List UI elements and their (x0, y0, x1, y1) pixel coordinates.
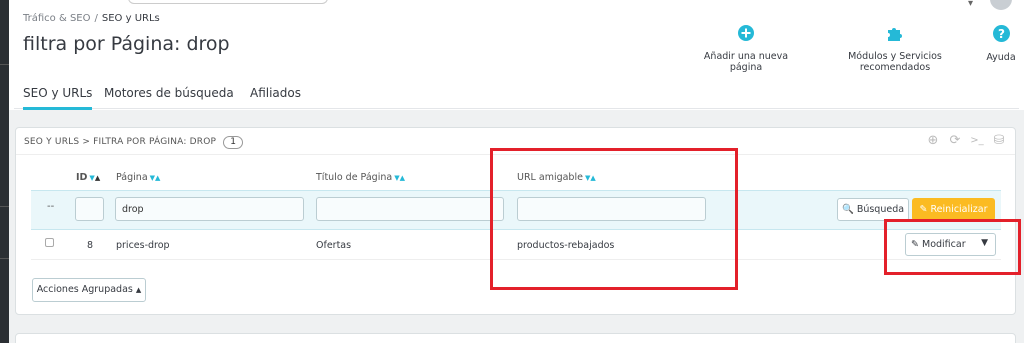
page-title: filtra por Página: drop (23, 33, 230, 55)
filter-id-input[interactable] (75, 197, 104, 221)
help-label: Ayuda (986, 52, 1016, 63)
reset-button[interactable]: ✎ Reinicializar (912, 198, 995, 221)
sql-query-icon[interactable]: >_ (969, 133, 985, 149)
row-id: 8 (87, 240, 94, 251)
panel-title: SEO Y URLS > FILTRA POR PÁGINA: DROP 1 (24, 136, 244, 149)
sort-arrows-icon[interactable]: ▼▲ (394, 174, 405, 182)
top-search-box[interactable] (128, 0, 328, 4)
avatar[interactable] (990, 0, 1012, 10)
column-header-title[interactable]: Título de Página ▼▲ (316, 172, 405, 183)
tab-seo-urls[interactable]: SEO y URLs (23, 86, 93, 110)
panel-title-text: SEO Y URLS > FILTRA POR PÁGINA: DROP (24, 137, 217, 147)
breadcrumb-separator: / (94, 13, 98, 24)
column-header-id[interactable]: ID ▼▲ (76, 172, 100, 183)
add-new-page-label: Añadir una nueva página (703, 51, 789, 73)
result-count-badge: 1 (223, 136, 244, 149)
help-icon: ? (992, 25, 1010, 42)
column-header-page-label: Página (116, 172, 148, 183)
bulk-actions-label: Acciones Agrupadas (36, 284, 133, 295)
sort-arrows-icon[interactable]: ▼▲ (89, 174, 100, 182)
search-icon: 🔍 (841, 204, 854, 215)
recommended-modules-label: Módulos y Servicios recomendados (848, 51, 942, 73)
bulk-actions-button[interactable]: Acciones Agrupadas ▲ (32, 278, 146, 302)
add-circle-icon (738, 25, 754, 41)
column-header-title-label: Título de Página (316, 172, 393, 183)
row-title: Ofertas (316, 240, 352, 251)
search-button[interactable]: 🔍 Búsqueda (837, 198, 909, 221)
second-panel (15, 333, 1016, 343)
column-header-id-label: ID (76, 172, 88, 183)
sort-arrows-icon[interactable]: ▼▲ (150, 174, 161, 182)
highlight-box-edit-button (884, 219, 1021, 275)
add-new-page-button[interactable]: Añadir una nueva página (688, 25, 804, 73)
column-header-page[interactable]: Página ▼▲ (116, 172, 160, 183)
breadcrumb-parent[interactable]: Tráfico & SEO (23, 13, 91, 24)
tab-search-engines[interactable]: Motores de búsqueda (104, 86, 234, 107)
filter-page-input[interactable] (115, 197, 304, 221)
database-icon[interactable]: ⛁ (991, 133, 1007, 149)
help-button[interactable]: ? Ayuda (984, 25, 1018, 63)
row-page: prices-drop (116, 240, 170, 251)
breadcrumb: Tráfico & SEO / SEO y URLs (23, 13, 160, 24)
row-checkbox[interactable] (45, 238, 54, 247)
svg-text:?: ? (998, 27, 1005, 41)
chevron-down-icon[interactable]: ▾ (968, 0, 973, 9)
left-sidebar-strip (0, 0, 9, 343)
panel-tools: ⊕ ⟳ >_ ⛁ (925, 133, 1011, 149)
tab-affiliates[interactable]: Afiliados (250, 86, 301, 107)
filter-title-input[interactable] (316, 197, 504, 221)
add-icon[interactable]: ⊕ (925, 133, 941, 149)
highlight-box-url-column (490, 148, 738, 290)
refresh-icon[interactable]: ⟳ (947, 133, 963, 149)
filter-select-all: -- (47, 201, 55, 212)
eraser-icon: ✎ (919, 204, 928, 215)
caret-up-icon: ▲ (135, 286, 142, 294)
breadcrumb-current: SEO y URLs (101, 13, 160, 24)
recommended-modules-button[interactable]: Módulos y Servicios recomendados (814, 25, 976, 73)
puzzle-icon (888, 28, 902, 41)
tab-bar: SEO y URLs Motores de búsqueda Afiliados (14, 79, 1019, 110)
search-button-label: Búsqueda (856, 204, 905, 215)
reset-button-label: Reinicializar (930, 204, 988, 215)
